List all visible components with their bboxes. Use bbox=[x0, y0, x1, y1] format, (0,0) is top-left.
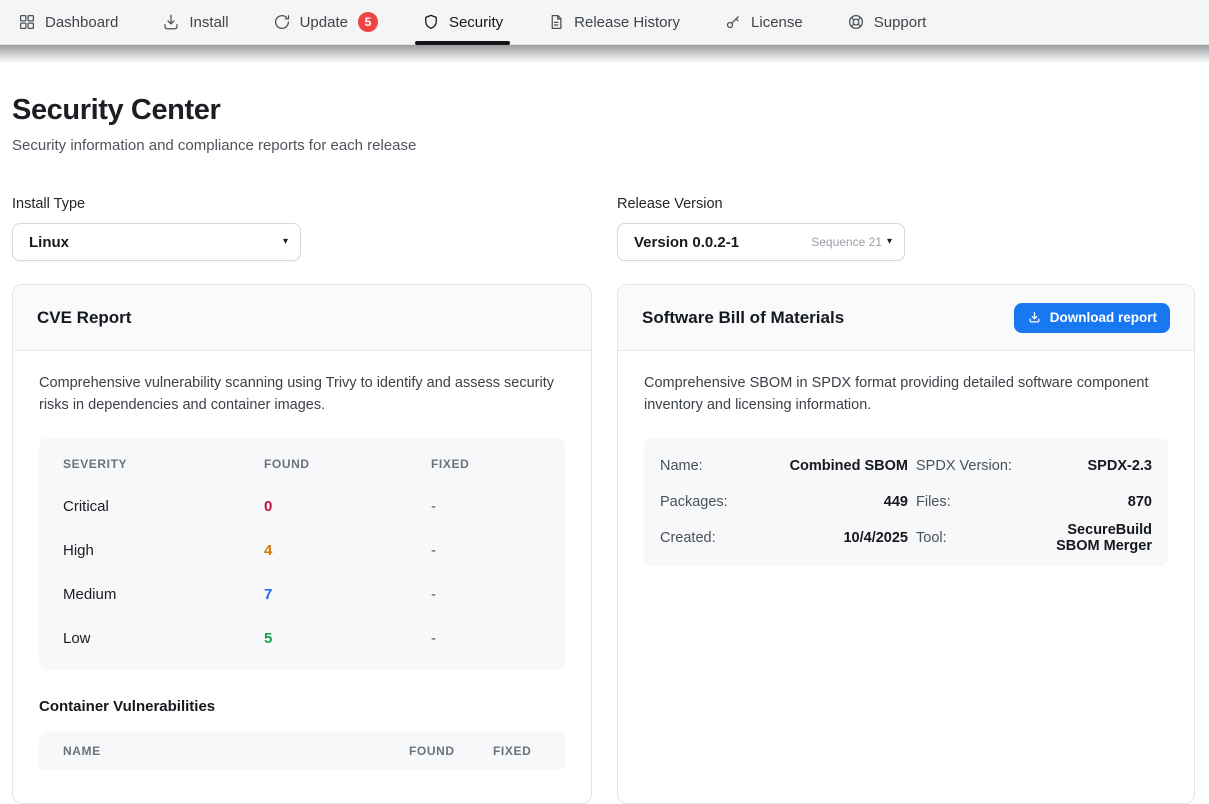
severity-col-header: SEVERITY bbox=[63, 457, 264, 471]
nav-label-support: Support bbox=[874, 14, 927, 31]
install-type-value: Linux bbox=[29, 234, 69, 251]
cve-description: Comprehensive vulnerability scanning usi… bbox=[39, 373, 565, 416]
sbom-card-title: Software Bill of Materials bbox=[642, 308, 844, 328]
found-value: 4 bbox=[264, 542, 431, 559]
table-row-low: Low 5 - bbox=[39, 616, 565, 660]
cve-card-title: CVE Report bbox=[37, 308, 131, 328]
sbom-name-value: Combined SBOM bbox=[760, 458, 908, 474]
download-icon bbox=[162, 13, 180, 31]
severity-label: Low bbox=[63, 630, 264, 647]
nav-label-update: Update bbox=[300, 14, 348, 31]
fixed-col-header: FIXED bbox=[493, 744, 555, 758]
sbom-files-label: Files: bbox=[916, 494, 1018, 510]
cve-card-header: CVE Report bbox=[13, 285, 591, 351]
table-row: Packages: 449 Files: 870 bbox=[660, 484, 1152, 520]
nav-label-release-history: Release History bbox=[574, 14, 680, 31]
install-type-select[interactable]: Linux ▾ bbox=[12, 223, 301, 261]
security-center-page: Security Center Security information and… bbox=[0, 94, 1209, 804]
table-row-medium: Medium 7 - bbox=[39, 572, 565, 616]
nav-label-license: License bbox=[751, 14, 803, 31]
severity-table-header: SEVERITY FOUND FIXED bbox=[39, 444, 565, 484]
shield-icon bbox=[422, 13, 440, 31]
sequence-label: Sequence 21 bbox=[811, 235, 882, 249]
container-vulnerabilities-title: Container Vulnerabilities bbox=[39, 698, 565, 715]
install-type-filter: Install Type Linux ▾ bbox=[12, 196, 301, 261]
container-vulnerabilities-table-header: NAME FOUND FIXED bbox=[39, 732, 565, 769]
nav-label-install: Install bbox=[189, 14, 228, 31]
sbom-files-value: 870 bbox=[1026, 494, 1152, 510]
life-buoy-icon bbox=[847, 13, 865, 31]
nav-label-security: Security bbox=[449, 14, 503, 31]
severity-label: Medium bbox=[63, 586, 264, 603]
grid-icon bbox=[18, 13, 36, 31]
sbom-name-label: Name: bbox=[660, 458, 752, 474]
release-version-filter: Release Version Version 0.0.2-1 Sequence… bbox=[617, 196, 905, 261]
page-title: Security Center bbox=[12, 94, 1195, 127]
document-icon bbox=[547, 13, 565, 31]
sbom-card-body: Comprehensive SBOM in SPDX format provid… bbox=[618, 351, 1194, 566]
report-cards: CVE Report Comprehensive vulnerability s… bbox=[12, 284, 1195, 804]
fixed-value: - bbox=[431, 498, 541, 515]
name-col-header: NAME bbox=[63, 744, 409, 758]
found-value: 5 bbox=[264, 630, 431, 647]
sbom-created-label: Created: bbox=[660, 530, 752, 546]
nav-label-dashboard: Dashboard bbox=[45, 14, 118, 31]
severity-label: Critical bbox=[63, 498, 264, 515]
sbom-tool-label: Tool: bbox=[916, 530, 1018, 546]
severity-label: High bbox=[63, 542, 264, 559]
sbom-created-value: 10/4/2025 bbox=[760, 530, 908, 546]
nav-item-support[interactable]: Support bbox=[847, 0, 927, 45]
table-row: Name: Combined SBOM SPDX Version: SPDX-2… bbox=[660, 448, 1152, 484]
sbom-spdx-version-label: SPDX Version: bbox=[916, 458, 1018, 474]
update-count-badge: 5 bbox=[358, 12, 378, 32]
nav-item-update[interactable]: Update 5 bbox=[273, 0, 378, 45]
install-type-label: Install Type bbox=[12, 196, 301, 212]
nav-item-dashboard[interactable]: Dashboard bbox=[18, 0, 118, 45]
found-col-header: FOUND bbox=[264, 457, 431, 471]
sbom-packages-label: Packages: bbox=[660, 494, 752, 510]
sbom-details-table: Name: Combined SBOM SPDX Version: SPDX-2… bbox=[644, 438, 1168, 566]
nav-item-install[interactable]: Install bbox=[162, 0, 228, 45]
nav-item-security[interactable]: Security bbox=[422, 0, 503, 45]
sbom-tool-value: SecureBuild SBOM Merger bbox=[1026, 522, 1152, 554]
found-col-header: FOUND bbox=[409, 744, 493, 758]
sbom-card-header: Software Bill of Materials Download repo… bbox=[618, 285, 1194, 351]
table-row-critical: Critical 0 - bbox=[39, 484, 565, 528]
severity-table: SEVERITY FOUND FIXED Critical 0 - High 4… bbox=[39, 438, 565, 670]
key-icon bbox=[724, 13, 742, 31]
table-row: Created: 10/4/2025 Tool: SecureBuild SBO… bbox=[660, 520, 1152, 556]
cve-card-body: Comprehensive vulnerability scanning usi… bbox=[13, 351, 591, 769]
refresh-icon bbox=[273, 13, 291, 31]
chevron-down-icon: ▾ bbox=[887, 237, 892, 247]
nav-item-license[interactable]: License bbox=[724, 0, 803, 45]
sbom-spdx-version-value: SPDX-2.3 bbox=[1026, 458, 1152, 474]
fixed-value: - bbox=[431, 630, 541, 647]
nav-item-release-history[interactable]: Release History bbox=[547, 0, 680, 45]
top-navigation: Dashboard Install Update 5 Security Rele… bbox=[0, 0, 1209, 45]
sbom-card: Software Bill of Materials Download repo… bbox=[617, 284, 1195, 804]
found-value: 0 bbox=[264, 498, 431, 515]
fixed-value: - bbox=[431, 542, 541, 559]
release-version-select[interactable]: Version 0.0.2-1 Sequence 21 ▾ bbox=[617, 223, 905, 261]
fixed-value: - bbox=[431, 586, 541, 603]
download-icon bbox=[1027, 310, 1042, 325]
fixed-col-header: FIXED bbox=[431, 457, 541, 471]
download-report-button[interactable]: Download report bbox=[1014, 303, 1170, 333]
chevron-down-icon: ▾ bbox=[283, 237, 288, 247]
sbom-description: Comprehensive SBOM in SPDX format provid… bbox=[644, 373, 1168, 416]
filters-row: Install Type Linux ▾ Release Version Ver… bbox=[12, 196, 1195, 261]
table-row-high: High 4 - bbox=[39, 528, 565, 572]
page-subtitle: Security information and compliance repo… bbox=[12, 137, 1195, 154]
release-version-value: Version 0.0.2-1 bbox=[634, 234, 739, 251]
found-value: 7 bbox=[264, 586, 431, 603]
cve-report-card: CVE Report Comprehensive vulnerability s… bbox=[12, 284, 592, 804]
nav-shadow-divider bbox=[0, 45, 1209, 63]
sbom-packages-value: 449 bbox=[760, 494, 908, 510]
download-report-label: Download report bbox=[1050, 310, 1157, 325]
release-version-label: Release Version bbox=[617, 196, 905, 212]
